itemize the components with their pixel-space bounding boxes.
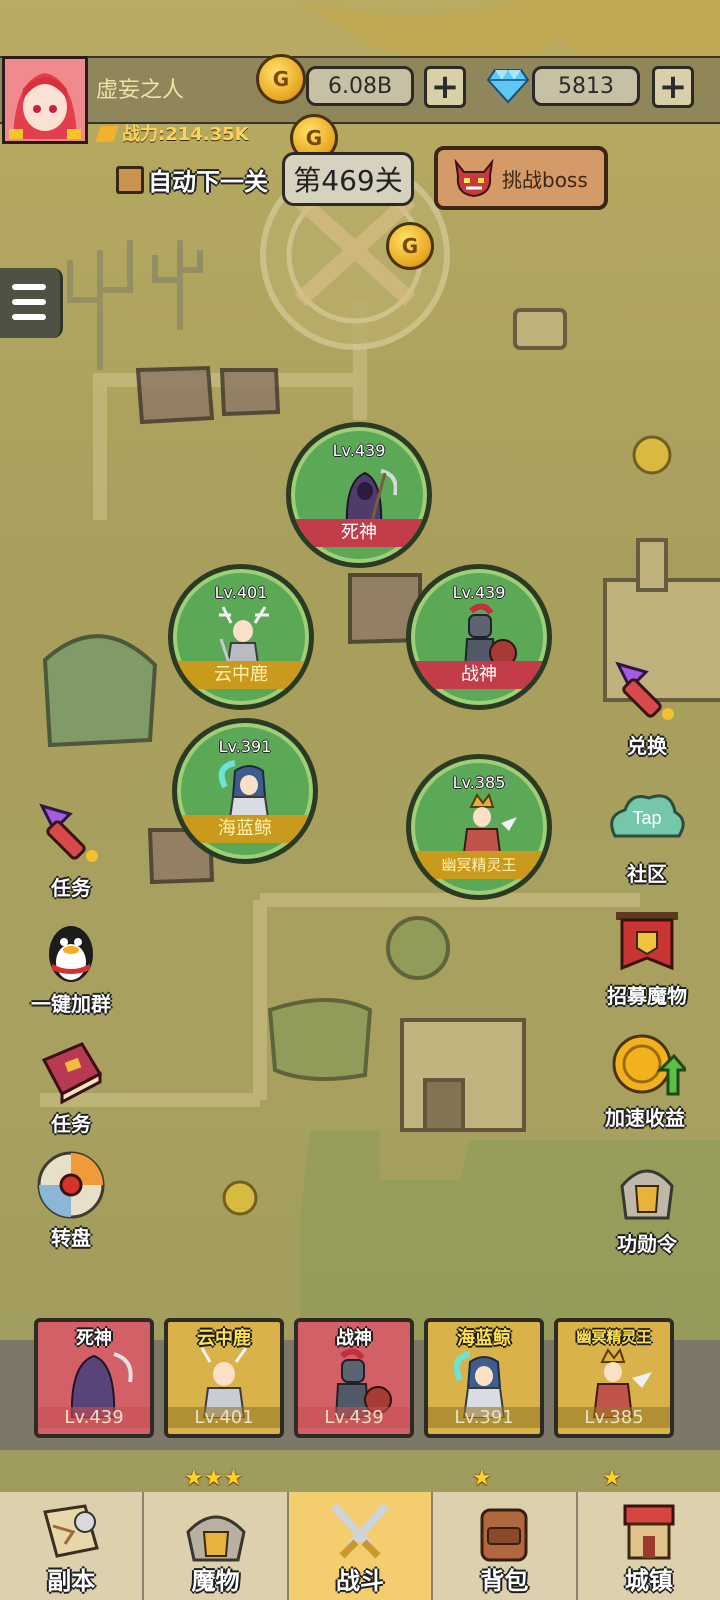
team-hero-level: Lv.401	[168, 1407, 280, 1428]
left-quest-button[interactable]: 任务	[16, 800, 126, 901]
task-book-button[interactable]: 任务	[16, 1036, 126, 1137]
exchange-button[interactable]: 兑换	[592, 658, 702, 759]
team-hero-name: 死神	[76, 1328, 112, 1349]
team-slot-3[interactable]: 战神 Lv.439	[294, 1318, 414, 1438]
recruit-monster-button[interactable]: 招募魔物	[586, 908, 708, 1009]
team-hero-name: 幽冥精灵王	[576, 1328, 652, 1346]
shop-icon	[617, 1502, 681, 1562]
speed-income-label: 加速收益	[605, 1106, 685, 1130]
coin-arrow-icon	[610, 1030, 690, 1100]
tap-cloud-icon: Tap	[610, 786, 685, 856]
auto-next-checkbox[interactable]	[116, 166, 144, 194]
backpack-icon	[472, 1502, 536, 1562]
join-group-button[interactable]: 一键加群	[16, 916, 126, 1017]
rocket-icon	[612, 658, 682, 728]
hero-name: 死神	[291, 519, 427, 547]
tap-badge: Tap	[632, 808, 661, 828]
hamburger-icon	[12, 284, 46, 290]
formation-hero-2[interactable]: Lv.401 云中鹿	[168, 564, 314, 710]
add-gem-button[interactable]: +	[652, 66, 694, 108]
power-icon	[95, 126, 119, 142]
speed-income-button[interactable]: 加速收益	[580, 1030, 710, 1131]
nav-monster[interactable]: 魔物	[144, 1492, 289, 1600]
hero-level: Lv.439	[332, 441, 386, 460]
boss-demon-icon	[454, 158, 494, 198]
nav-dungeon-label: 副本	[47, 1567, 96, 1595]
team-slot-1[interactable]: 死神 Lv.439	[34, 1318, 154, 1438]
nav-dungeon[interactable]: 副本	[0, 1492, 145, 1600]
challenge-boss-label: 挑战boss	[502, 167, 588, 192]
nav-backpack-label: 背包	[480, 1567, 529, 1595]
auto-next-label[interactable]: 自动下一关	[148, 162, 268, 197]
nav-battle[interactable]: 战斗	[288, 1492, 434, 1600]
team-hero-name: 海蓝鲸	[457, 1328, 511, 1349]
add-gold-button[interactable]: +	[424, 66, 466, 108]
player-name: 虚妄之人	[96, 78, 185, 103]
hero-name: 战神	[411, 661, 547, 689]
join-group-label: 一键加群	[31, 992, 111, 1016]
team-stars: ★	[602, 1466, 622, 1491]
gem-amount: 5813	[532, 66, 640, 106]
merit-order-button[interactable]: 功勋令	[592, 1156, 702, 1257]
map-scroll-icon	[39, 1502, 103, 1562]
team-slot-2[interactable]: 云中鹿 Lv.401	[164, 1318, 284, 1438]
penguin-icon	[36, 916, 106, 986]
challenge-boss-button[interactable]: 挑战boss	[434, 146, 608, 210]
team-stars: ★	[472, 1466, 492, 1491]
left-quest-label: 任务	[51, 876, 91, 900]
hero-level: Lv.391	[218, 737, 272, 756]
spin-wheel-button[interactable]: 转盘	[16, 1150, 126, 1251]
banner-icon	[612, 908, 682, 978]
spin-wheel-label: 转盘	[51, 1226, 91, 1250]
community-button[interactable]: Tap 社区	[592, 786, 702, 887]
hero-level: Lv.385	[452, 773, 506, 792]
book-icon	[36, 1036, 106, 1106]
nav-town[interactable]: 城镇	[577, 1492, 720, 1600]
diamond-icon	[487, 69, 529, 104]
stage-level: 第469关	[282, 152, 414, 206]
formation-hero-1[interactable]: Lv.439 死神	[286, 422, 432, 568]
formation-hero-3[interactable]: Lv.439 战神	[406, 564, 552, 710]
team-hero-level: Lv.439	[38, 1407, 150, 1428]
nav-monster-label: 魔物	[191, 1567, 240, 1595]
hero-name: 幽冥精灵王	[411, 851, 547, 879]
gold-coin-icon: G	[256, 54, 306, 104]
team-slot-4[interactable]: 海蓝鲸 Lv.391	[424, 1318, 544, 1438]
side-menu-button[interactable]	[0, 268, 63, 338]
recruit-monster-label: 招募魔物	[607, 984, 687, 1008]
team-hero-name: 云中鹿	[197, 1328, 251, 1349]
player-avatar[interactable]	[2, 56, 88, 144]
merit-order-label: 功勋令	[617, 1232, 677, 1256]
hero-name: 海蓝鲸	[177, 815, 313, 843]
hero-name: 云中鹿	[173, 661, 309, 689]
hero-level: Lv.439	[452, 583, 506, 602]
team-slot-5[interactable]: 幽冥精灵王 Lv.385	[554, 1318, 674, 1438]
wheel-icon	[36, 1150, 106, 1220]
crossed-swords-icon	[328, 1502, 392, 1562]
helmet-icon	[612, 1156, 682, 1226]
team-hero-level: Lv.439	[298, 1407, 410, 1428]
nav-battle-label: 战斗	[336, 1567, 385, 1595]
task-book-label: 任务	[51, 1112, 91, 1136]
formation-hero-4[interactable]: Lv.391 海蓝鲸	[172, 718, 318, 864]
community-label: 社区	[627, 862, 667, 886]
nav-backpack[interactable]: 背包	[433, 1492, 578, 1600]
dropped-coin-icon[interactable]: G	[386, 222, 434, 270]
team-stars: ★★★	[184, 1466, 244, 1491]
monster-helmet-icon	[184, 1502, 248, 1562]
formation-hero-5[interactable]: Lv.385 幽冥精灵王	[406, 754, 552, 900]
nav-town-label: 城镇	[624, 1567, 673, 1595]
team-hero-name: 战神	[336, 1328, 372, 1349]
power-label: 战力:214.35K	[95, 120, 249, 146]
team-hero-level: Lv.385	[558, 1407, 670, 1428]
exchange-label: 兑换	[627, 734, 667, 758]
hero-level: Lv.401	[214, 583, 268, 602]
gold-amount: 6.08B	[306, 66, 414, 106]
avatar-portrait-icon	[5, 59, 85, 141]
team-hero-level: Lv.391	[428, 1407, 540, 1428]
bottom-nav: 副本 魔物 战斗 背包 城镇	[0, 1492, 720, 1600]
rocket-icon	[36, 800, 106, 870]
